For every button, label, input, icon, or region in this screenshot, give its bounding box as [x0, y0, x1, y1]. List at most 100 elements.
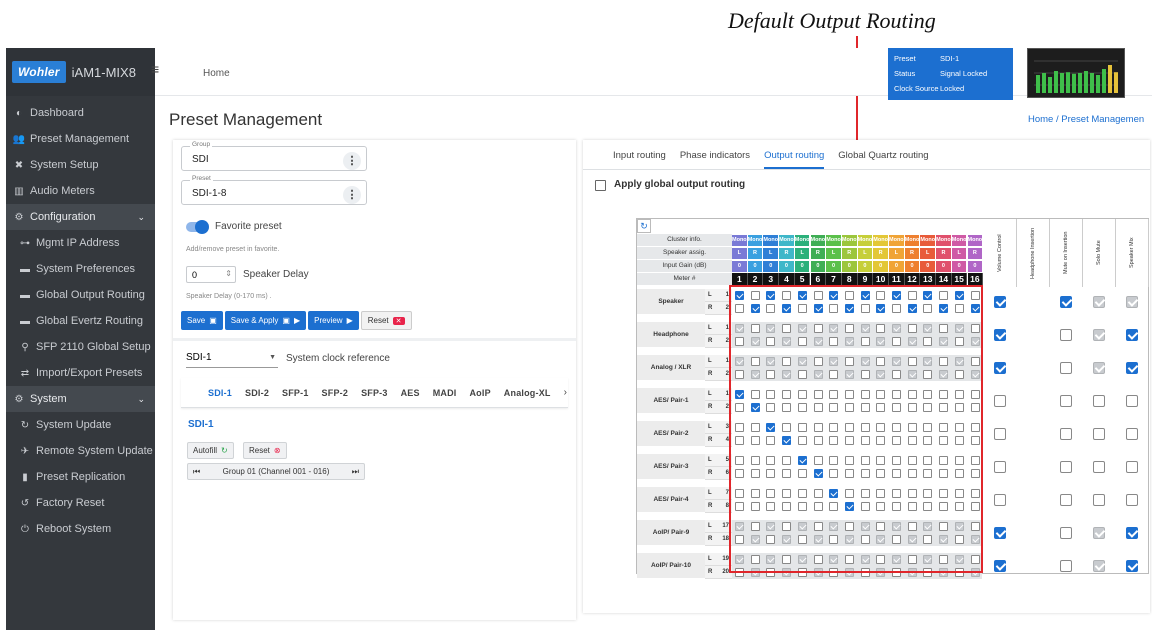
routing-checkbox[interactable] [735, 535, 744, 544]
routing-checkbox[interactable] [876, 357, 886, 366]
routing-checkbox[interactable] [813, 469, 823, 478]
routing-checkbox[interactable] [860, 489, 870, 498]
routing-checkbox[interactable] [939, 370, 949, 379]
routing-checkbox[interactable] [844, 423, 854, 432]
group-field[interactable]: Group SDI [181, 141, 367, 171]
control-checkbox[interactable] [1126, 329, 1138, 341]
routing-checkbox[interactable] [892, 304, 901, 313]
routing-checkbox[interactable] [892, 568, 901, 577]
routing-checkbox[interactable] [844, 337, 854, 346]
routing-checkbox[interactable] [954, 535, 964, 544]
routing-checkbox[interactable] [813, 535, 823, 544]
tab-madi[interactable]: MADI [433, 388, 457, 398]
routing-checkbox[interactable] [813, 568, 823, 577]
routing-checkbox[interactable] [860, 555, 870, 564]
routing-checkbox[interactable] [939, 291, 949, 300]
tab-global-quartz-routing[interactable]: Global Quartz routing [838, 148, 928, 161]
sidebar-item-factory-reset[interactable]: ↺ Factory Reset [6, 490, 155, 516]
control-checkbox[interactable] [1093, 494, 1105, 506]
control-checkbox[interactable] [1126, 362, 1138, 374]
routing-checkbox[interactable] [782, 370, 792, 379]
routing-checkbox[interactable] [892, 535, 901, 544]
routing-checkbox[interactable] [829, 555, 839, 564]
stepper-icon[interactable]: ⇕ [225, 269, 232, 278]
routing-checkbox[interactable] [844, 403, 854, 412]
control-checkbox[interactable] [1093, 428, 1105, 440]
routing-checkbox[interactable] [750, 403, 760, 412]
routing-checkbox[interactable] [939, 403, 949, 412]
routing-checkbox[interactable] [735, 423, 744, 432]
routing-checkbox[interactable] [782, 337, 792, 346]
routing-checkbox[interactable] [766, 423, 776, 432]
sidebar-item-system-setup[interactable]: ✖ System Setup [6, 152, 155, 178]
routing-checkbox[interactable] [876, 522, 886, 531]
control-checkbox[interactable] [1093, 296, 1105, 308]
routing-checkbox[interactable] [813, 324, 823, 333]
routing-checkbox[interactable] [970, 423, 980, 432]
routing-checkbox[interactable] [954, 502, 964, 511]
tab-input-routing[interactable]: Input routing [613, 148, 666, 161]
routing-checkbox[interactable] [954, 357, 964, 366]
routing-checkbox[interactable] [750, 522, 760, 531]
control-checkbox[interactable] [1060, 395, 1072, 407]
routing-checkbox[interactable] [876, 535, 886, 544]
routing-checkbox[interactable] [939, 337, 949, 346]
routing-checkbox[interactable] [750, 456, 760, 465]
routing-checkbox[interactable] [750, 291, 760, 300]
routing-checkbox[interactable] [735, 390, 744, 399]
routing-checkbox[interactable] [954, 324, 964, 333]
routing-checkbox[interactable] [829, 403, 839, 412]
routing-checkbox[interactable] [829, 456, 839, 465]
routing-checkbox[interactable] [892, 337, 901, 346]
routing-checkbox[interactable] [923, 456, 933, 465]
routing-checkbox[interactable] [829, 324, 839, 333]
routing-checkbox[interactable] [860, 304, 870, 313]
routing-checkbox[interactable] [892, 370, 901, 379]
tab-sdi-2[interactable]: SDI-2 [245, 388, 269, 398]
routing-checkbox[interactable] [876, 502, 886, 511]
control-checkbox[interactable] [994, 362, 1006, 374]
sidebar-item-preset-replication[interactable]: ▮ Preset Replication [6, 464, 155, 490]
routing-checkbox[interactable] [797, 568, 807, 577]
routing-checkbox[interactable] [813, 436, 823, 445]
apply-global-checkbox[interactable] [595, 180, 606, 191]
sidebar-item-dashboard[interactable]: ◐ Dashboard [6, 100, 155, 126]
routing-checkbox[interactable] [939, 489, 949, 498]
routing-checkbox[interactable] [766, 469, 776, 478]
routing-checkbox[interactable] [923, 390, 933, 399]
routing-checkbox[interactable] [766, 390, 776, 399]
save-button[interactable]: Save ▣ [181, 311, 223, 330]
routing-checkbox[interactable] [860, 522, 870, 531]
routing-checkbox[interactable] [923, 489, 933, 498]
reset-small-button[interactable]: Reset ⊗ [243, 442, 287, 459]
routing-checkbox[interactable] [954, 337, 964, 346]
routing-checkbox[interactable] [782, 304, 792, 313]
routing-checkbox[interactable] [829, 489, 839, 498]
control-checkbox[interactable] [1060, 461, 1072, 473]
routing-checkbox[interactable] [907, 489, 917, 498]
routing-checkbox[interactable] [766, 555, 776, 564]
routing-checkbox[interactable] [860, 456, 870, 465]
routing-checkbox[interactable] [907, 535, 917, 544]
routing-checkbox[interactable] [766, 291, 776, 300]
top-home-link[interactable]: Home [203, 68, 230, 79]
sidebar-item-system[interactable]: ⚙ System ⌄ [6, 386, 155, 412]
routing-checkbox[interactable] [954, 456, 964, 465]
routing-checkbox[interactable] [892, 390, 901, 399]
routing-checkbox[interactable] [892, 324, 901, 333]
routing-checkbox[interactable] [907, 324, 917, 333]
control-checkbox[interactable] [994, 395, 1006, 407]
routing-checkbox[interactable] [876, 304, 886, 313]
sidebar-item-audio-meters[interactable]: ▥ Audio Meters [6, 178, 155, 204]
routing-checkbox[interactable] [735, 291, 744, 300]
routing-checkbox[interactable] [735, 357, 744, 366]
routing-checkbox[interactable] [970, 370, 980, 379]
routing-checkbox[interactable] [844, 568, 854, 577]
routing-checkbox[interactable] [782, 522, 792, 531]
routing-checkbox[interactable] [939, 304, 949, 313]
routing-checkbox[interactable] [939, 568, 949, 577]
control-checkbox[interactable] [1126, 461, 1138, 473]
control-checkbox[interactable] [1093, 461, 1105, 473]
routing-checkbox[interactable] [750, 304, 760, 313]
mini-audio-meter[interactable] [1027, 48, 1125, 98]
